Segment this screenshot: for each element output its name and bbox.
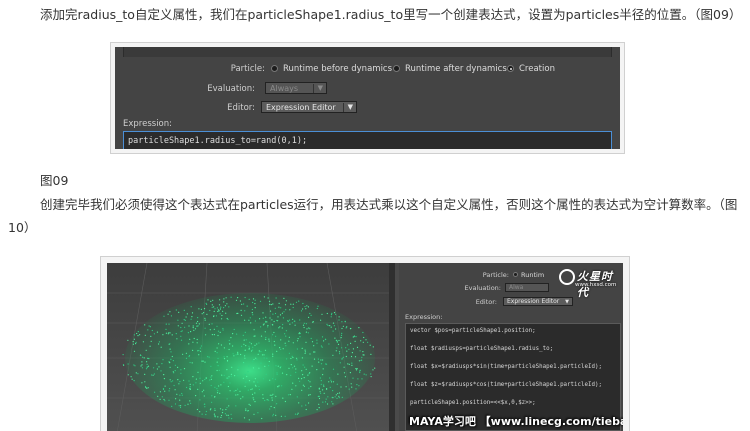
evaluation-value: Alwa	[509, 284, 524, 291]
expression-label: Expression:	[123, 119, 173, 129]
evaluation-dropdown[interactable]: Alwa	[505, 283, 549, 292]
editor-label: Editor:	[227, 103, 255, 113]
evaluation-value: Always	[270, 84, 299, 93]
expression-panel: Particle: Runtim Evaluation: Alwa Editor…	[399, 263, 623, 431]
figure-caption: 图09	[40, 173, 69, 188]
evaluation-label: Evaluation:	[464, 284, 502, 292]
radio-runtime[interactable]	[513, 272, 518, 277]
option-creation: Creation	[519, 64, 555, 74]
body-paragraph: 创建完毕我们必须使得这个表达式在particles运行，用表达式乘以这个自定义属…	[8, 197, 738, 235]
intro-paragraph: 添加完radius_to自定义属性，我们在particleShape1.radi…	[40, 7, 742, 22]
editor-value: Expression Editor	[266, 103, 336, 112]
code-line: float $z=$radiusps*cos(time+particleShap…	[410, 382, 602, 388]
expression-code: particleShape1.radius_to=rand(0,1);	[128, 136, 308, 146]
figure-10: Particle: Runtim Evaluation: Alwa Editor…	[100, 256, 630, 431]
figure-09: Particle: Runtime before dynamics Runtim…	[110, 42, 625, 154]
editor-value: Expression Editor	[507, 298, 560, 305]
code-line: float $radiusps=particleShape1.radius_to…	[410, 346, 554, 352]
expression-editor[interactable]: particleShape1.radius_to=rand(0,1);	[123, 131, 612, 149]
option-runtime-before: Runtime before dynamics	[283, 64, 393, 74]
option-runtime: Runtim	[521, 271, 545, 279]
particle-label: Particle:	[482, 271, 509, 279]
chevron-down-icon: ▼	[347, 103, 353, 111]
expression-label: Expression:	[405, 313, 443, 321]
radio-runtime-before[interactable]	[271, 65, 278, 72]
hxsd-logo: 火星时代 www.hxsd.com	[555, 265, 621, 299]
code-line: float $x=$radiusps*sin(time+particleShap…	[410, 364, 602, 370]
editor-label: Editor:	[475, 298, 497, 306]
panel-top-strip	[123, 47, 612, 57]
expression-settings-panel: Particle: Runtime before dynamics Runtim…	[115, 47, 620, 149]
evaluation-label: Evaluation:	[207, 84, 255, 94]
maya-screenshot: Particle: Runtim Evaluation: Alwa Editor…	[107, 263, 623, 431]
editor-dropdown[interactable]: Expression Editor ▼	[503, 297, 573, 306]
logo-url: www.hxsd.com	[575, 282, 617, 288]
chevron-down-icon: ▼	[317, 84, 323, 92]
option-runtime-after: Runtime after dynamics	[405, 64, 507, 74]
evaluation-dropdown[interactable]: Always ▼	[265, 82, 327, 94]
editor-dropdown[interactable]: Expression Editor ▼	[261, 101, 357, 113]
radio-runtime-after[interactable]	[393, 65, 400, 72]
viewport-edge	[389, 263, 395, 431]
code-line: particleShape1.position=<<$x,0,$z>>;	[410, 400, 536, 406]
chevron-down-icon: ▼	[565, 299, 569, 305]
watermark: MAYA学习吧 【www.linecg.com/tieba/1800】	[409, 415, 623, 428]
particle-viewport	[107, 263, 395, 431]
radio-creation[interactable]	[507, 65, 514, 72]
code-line: vector $pos=particleShape1.position;	[410, 328, 536, 334]
particle-label: Particle:	[230, 64, 265, 74]
logo-mark-icon	[559, 269, 575, 285]
particle-specks	[122, 296, 376, 421]
